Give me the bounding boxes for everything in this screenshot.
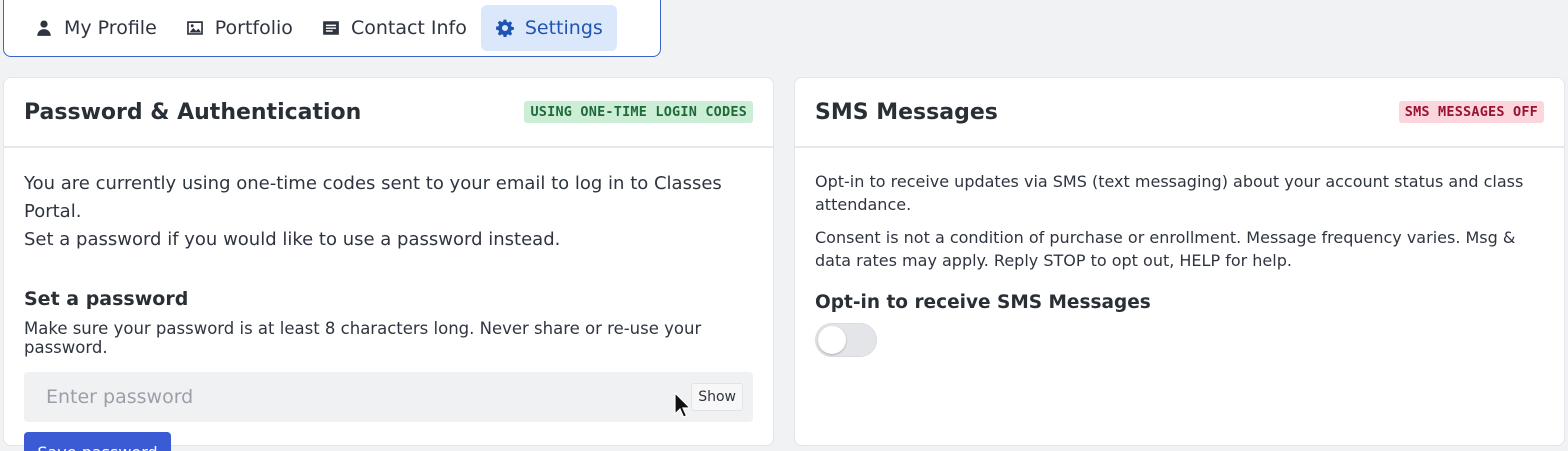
- user-icon: [34, 18, 54, 38]
- tab-label: Settings: [524, 17, 603, 39]
- gear-icon: [495, 18, 515, 38]
- password-card-header: Password & Authentication USING ONE-TIME…: [4, 78, 773, 148]
- password-card-title: Password & Authentication: [24, 99, 362, 125]
- tab-portfolio[interactable]: Portfolio: [171, 5, 307, 51]
- tab-label: Contact Info: [350, 17, 467, 39]
- sms-consent-text: Consent is not a condition of purchase o…: [815, 228, 1516, 270]
- sms-status-badge: SMS MESSAGES OFF: [1398, 101, 1544, 123]
- password-intro-line2: Set a password if you would like to use …: [24, 229, 561, 250]
- sms-optin-toggle[interactable]: [815, 323, 877, 357]
- password-field-wrapper: Show: [24, 372, 753, 422]
- password-help-text: Make sure your password is at least 8 ch…: [24, 319, 702, 357]
- sms-optin-label: Opt-in to receive SMS Messages: [815, 292, 1151, 313]
- password-input[interactable]: [46, 386, 646, 408]
- tab-label: My Profile: [64, 17, 157, 39]
- tab-label: Portfolio: [214, 17, 293, 39]
- password-intro-line1: You are currently using one-time codes s…: [24, 173, 722, 222]
- password-card: Password & Authentication USING ONE-TIME…: [3, 77, 774, 451]
- sms-description: Opt-in to receive updates via SMS (text …: [815, 172, 1524, 214]
- login-method-badge: USING ONE-TIME LOGIN CODES: [524, 101, 753, 123]
- tab-my-profile[interactable]: My Profile: [20, 5, 171, 51]
- image-icon: [185, 18, 205, 38]
- mouse-cursor-icon: [674, 392, 692, 418]
- card-icon: [321, 18, 341, 38]
- toggle-knob: [818, 326, 846, 354]
- profile-tabs: My Profile Portfolio Contact Info Settin…: [3, 0, 661, 57]
- sms-card-title: SMS Messages: [815, 99, 998, 125]
- tab-settings[interactable]: Settings: [480, 5, 617, 51]
- save-password-button[interactable]: Save password: [24, 432, 171, 451]
- tab-contact-info[interactable]: Contact Info: [307, 5, 481, 51]
- set-password-heading: Set a password: [24, 288, 189, 310]
- show-password-button[interactable]: Show: [691, 383, 743, 411]
- sms-card: SMS Messages SMS MESSAGES OFF Opt-in to …: [794, 77, 1565, 446]
- sms-card-header: SMS Messages SMS MESSAGES OFF: [795, 78, 1564, 148]
